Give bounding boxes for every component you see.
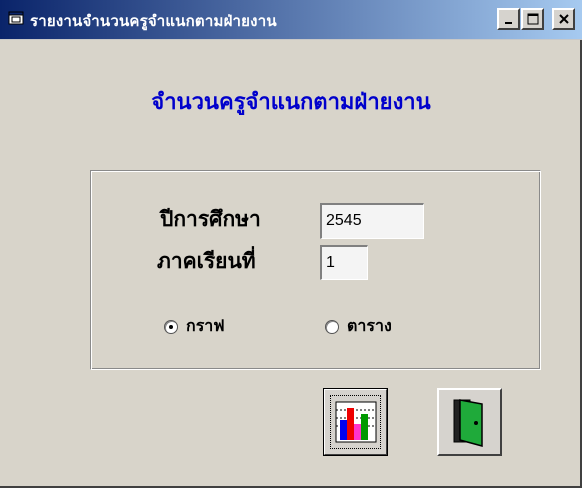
term-label: ภาคเรียนที่ [157, 249, 256, 273]
term-input[interactable]: 1 [320, 245, 368, 280]
year-input[interactable]: 2545 [320, 203, 424, 239]
main-window: รายงานจำนวนครูจำแนกตามฝ่ายงาน จำนวนครูจำ… [0, 0, 582, 488]
minimize-icon [504, 22, 512, 24]
maximize-icon [527, 13, 538, 25]
window-title: รายงานจำนวนครูจำแนกตามฝ่ายงาน [30, 12, 277, 30]
exit-door-icon [453, 399, 483, 447]
radio-graph-indicator[interactable] [164, 319, 178, 334]
radio-table-indicator[interactable] [325, 319, 339, 334]
radio-table-label: ตาราง [347, 316, 392, 335]
maximize-button[interactable] [521, 8, 544, 30]
year-label: ปีการศึกษา [160, 207, 261, 231]
radio-graph-label: กราฟ [186, 316, 225, 335]
radio-table[interactable]: ตาราง [325, 314, 392, 339]
close-button[interactable] [552, 8, 575, 30]
focus-rect [330, 395, 381, 449]
show-chart-button[interactable] [323, 388, 388, 456]
close-icon [558, 14, 569, 24]
window-icon [8, 11, 24, 25]
page-heading: จำนวนครูจำแนกตามฝ่ายงาน [151, 90, 431, 115]
radio-graph[interactable]: กราฟ [164, 314, 225, 339]
exit-button[interactable] [437, 388, 502, 456]
minimize-button[interactable] [497, 8, 520, 30]
title-bar: รายงานจำนวนครูจำแนกตามฝ่ายงาน [0, 0, 582, 40]
